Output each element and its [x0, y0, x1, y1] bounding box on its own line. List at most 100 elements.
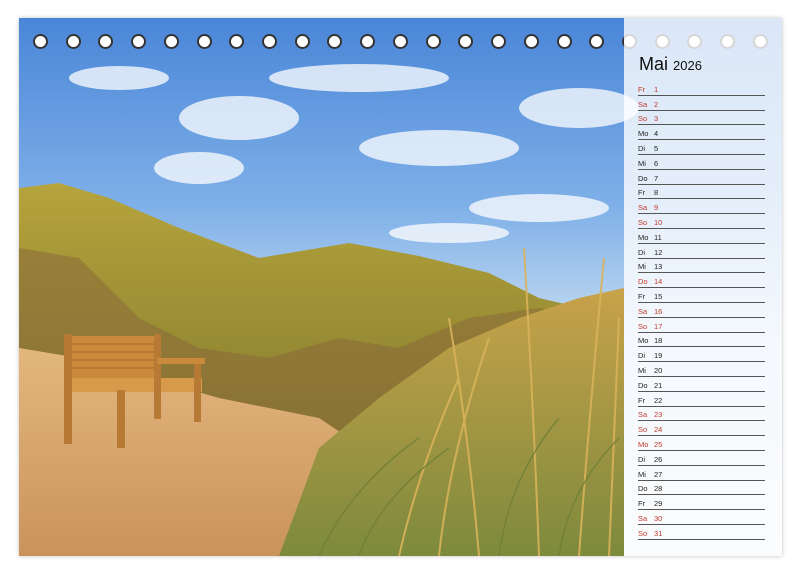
weekday-label: Mi [638, 262, 646, 272]
weekday-label: So [638, 425, 648, 435]
weekday-label: Di [638, 247, 646, 257]
weekday-label: So [638, 528, 648, 538]
day-row: Sa 16 [638, 303, 765, 318]
weekday-label: Do [638, 380, 648, 390]
binding-ring [589, 34, 605, 49]
day-number: 23 [654, 410, 663, 420]
calendar-page: Mai 2026 Fr 1 Sa 2 So 3 Mo 4 Di 5 Mi 6 Do 7 Fr 8 Sa 9 So 10… [19, 18, 782, 556]
weekday-label: Do [638, 277, 648, 287]
day-number: 28 [654, 484, 663, 494]
binding-ring [33, 34, 48, 49]
binding-ring [556, 34, 572, 49]
binding-ring [294, 34, 310, 49]
month-title: Mai 2026 [639, 54, 702, 75]
weekday-label: So [638, 217, 648, 227]
weekday-label: Fr [638, 188, 646, 198]
day-number: 14 [654, 277, 663, 287]
day-number: 1 [654, 84, 659, 94]
day-row: Sa 30 [638, 510, 765, 525]
day-number: 15 [654, 291, 663, 301]
day-number: 16 [654, 306, 663, 316]
weekday-label: Mi [638, 469, 646, 479]
day-row: Mo 11 [638, 229, 765, 244]
binding-ring [491, 34, 507, 49]
weekday-label: Mi [638, 365, 646, 375]
day-row: So 31 [638, 525, 765, 540]
weekday-label: Mo [638, 336, 649, 346]
weekday-label: So [638, 114, 648, 124]
binding-ring [163, 34, 179, 49]
day-row: Sa 23 [638, 407, 765, 422]
day-row: Mo 18 [638, 333, 765, 348]
day-number: 17 [654, 321, 663, 331]
day-row: Mi 13 [638, 259, 765, 274]
day-number: 21 [654, 380, 663, 390]
day-number: 29 [654, 499, 663, 509]
day-number: 18 [654, 336, 663, 346]
weekday-label: Di [638, 454, 646, 464]
binding-ring [523, 34, 539, 49]
weekday-label: Sa [638, 513, 648, 523]
day-row: So 17 [638, 318, 765, 333]
weekday-label: Di [638, 351, 646, 361]
day-row: Fr 22 [638, 392, 765, 407]
weekday-label: Fr [638, 291, 646, 301]
month-year: 2026 [673, 58, 702, 73]
month-name: Mai [639, 54, 669, 74]
day-number: 11 [654, 232, 662, 242]
day-row: Fr 15 [638, 288, 765, 303]
day-number: 30 [654, 513, 663, 523]
day-row: Mi 20 [638, 362, 765, 377]
weekday-label: Sa [638, 306, 648, 316]
day-row: Mo 4 [638, 125, 765, 141]
day-row: So 24 [638, 421, 765, 437]
day-row: Fr 29 [638, 495, 765, 511]
binding-ring [360, 34, 376, 49]
day-row: Do 21 [638, 377, 765, 392]
binding-ring [327, 34, 343, 49]
day-number: 20 [654, 365, 663, 375]
day-row: Di 5 [638, 140, 765, 155]
day-row: Sa 9 [638, 199, 765, 215]
day-number: 7 [654, 173, 659, 183]
day-row: Mo 25 [638, 436, 765, 451]
day-number: 6 [654, 158, 659, 168]
day-row: Mi 6 [638, 155, 765, 170]
day-number: 4 [654, 129, 659, 139]
weekday-label: Mo [638, 129, 649, 139]
day-row: Di 12 [638, 244, 765, 259]
weekday-label: Sa [638, 203, 648, 213]
day-number: 3 [654, 114, 659, 124]
binding-ring [229, 34, 245, 49]
weekday-label: Sa [638, 99, 648, 109]
day-number: 2 [654, 99, 659, 109]
binding-ring [98, 34, 114, 49]
day-row: So 3 [638, 111, 765, 126]
day-row: Fr 8 [638, 185, 765, 200]
weekday-label: Do [638, 173, 648, 183]
day-row: Mi 27 [638, 466, 765, 481]
day-row: Do 7 [638, 170, 765, 185]
weekday-label: Mi [638, 158, 646, 168]
day-number: 24 [654, 425, 663, 435]
day-number: 27 [654, 469, 663, 479]
day-row: Sa 2 [638, 96, 765, 111]
day-number: 10 [654, 217, 663, 227]
weekday-label: So [638, 321, 648, 331]
day-number: 9 [654, 203, 659, 213]
weekday-label: Di [638, 143, 646, 153]
day-number: 22 [654, 395, 663, 405]
day-number: 5 [654, 143, 659, 153]
day-number: 19 [654, 351, 663, 361]
day-row: Fr 1 [638, 81, 765, 96]
weekday-label: Mo [638, 439, 649, 449]
weekday-label: Sa [638, 410, 648, 420]
weekday-label: Do [638, 484, 648, 494]
weekday-label: Fr [638, 84, 646, 94]
weekday-label: Fr [638, 395, 646, 405]
day-row: Do 28 [638, 481, 765, 496]
binding-ring [392, 34, 408, 49]
weekday-label: Fr [638, 499, 646, 509]
binding-ring [65, 34, 81, 49]
day-row: So 10 [638, 214, 765, 229]
